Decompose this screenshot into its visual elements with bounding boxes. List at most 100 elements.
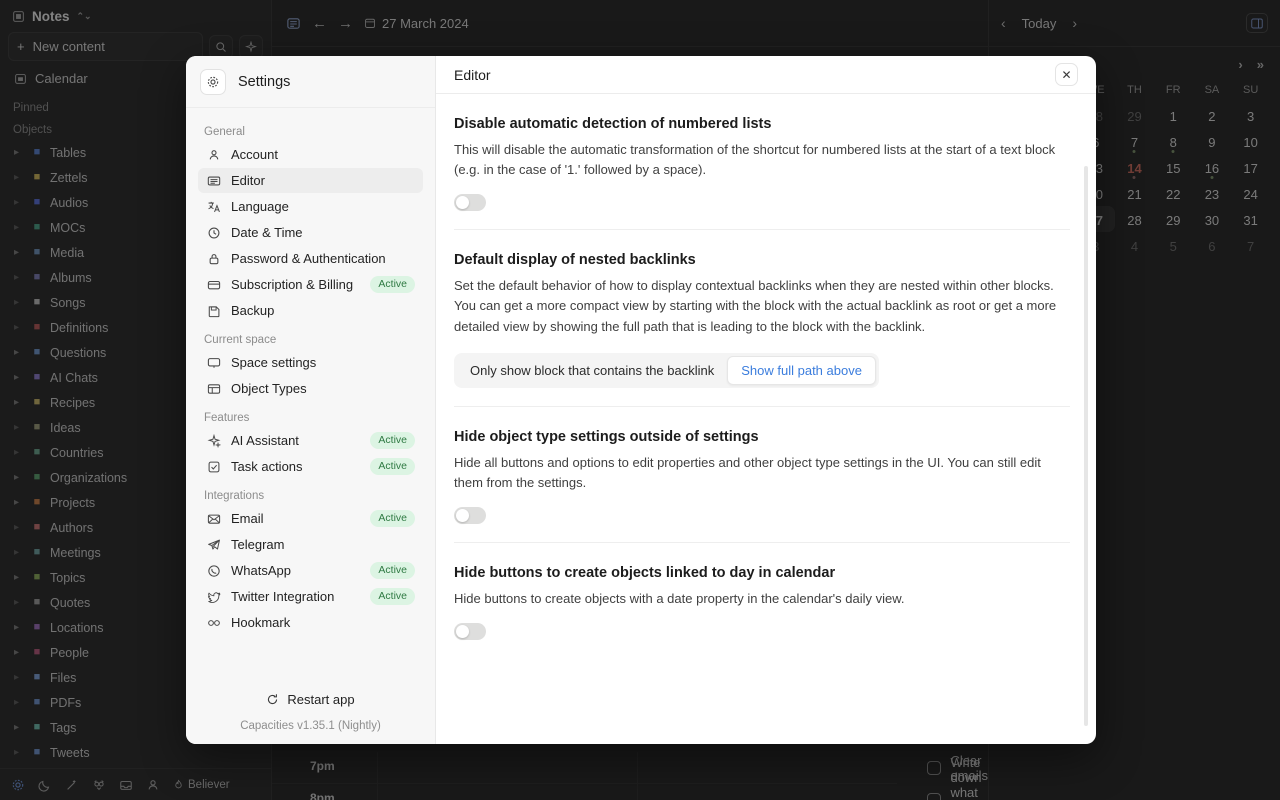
task-checkbox[interactable]: [927, 761, 942, 775]
settings-nav-item-hookmark[interactable]: Hookmark: [198, 610, 423, 635]
setting-toggle[interactable]: [454, 194, 486, 212]
forward-button[interactable]: →: [338, 15, 353, 32]
mini-calendar-day[interactable]: 4: [1115, 232, 1154, 258]
mini-calendar-day[interactable]: 24: [1231, 180, 1270, 206]
restart-app-button[interactable]: Restart app: [256, 688, 364, 711]
settings-nav-item-password-authentication[interactable]: Password & Authentication: [198, 246, 423, 271]
sidebar-toggle-icon[interactable]: [286, 16, 301, 31]
mini-calendar-day[interactable]: 7: [1231, 232, 1270, 258]
segmented-option[interactable]: Only show block that contains the backli…: [457, 357, 727, 384]
workspace-switcher[interactable]: Notes ⌃⌄: [0, 0, 271, 30]
mini-calendar-day[interactable]: 7: [1115, 128, 1154, 154]
mini-calendar-day[interactable]: 5: [1154, 232, 1193, 258]
mini-calendar-day[interactable]: 3: [1231, 102, 1270, 128]
chevron-right-icon[interactable]: ▸: [14, 372, 24, 383]
chevron-right-icon[interactable]: ▸: [14, 497, 24, 508]
ai-button[interactable]: [239, 34, 263, 59]
hour-slot[interactable]: [377, 784, 637, 800]
gear-icon[interactable]: [11, 778, 25, 792]
hour-slot[interactable]: [377, 752, 637, 783]
mini-calendar-day[interactable]: 1: [1154, 102, 1193, 128]
mini-calendar-day[interactable]: 21: [1115, 180, 1154, 206]
chevron-right-icon[interactable]: ▸: [14, 447, 24, 458]
chevron-right-icon[interactable]: ▸: [14, 547, 24, 558]
chevron-right-icon[interactable]: ▸: [14, 397, 24, 408]
settings-nav-item-editor[interactable]: Editor: [198, 168, 423, 193]
settings-nav-item-language[interactable]: Language: [198, 194, 423, 219]
chevron-right-icon[interactable]: ▸: [14, 347, 24, 358]
task-checkbox[interactable]: [927, 793, 942, 800]
settings-nav-item-date-time[interactable]: Date & Time: [198, 220, 423, 245]
settings-nav-item-telegram[interactable]: Telegram: [198, 532, 423, 557]
settings-nav-item-subscription-billing[interactable]: Subscription & Billing Active: [198, 272, 423, 297]
task-item[interactable]: Write down what you did today: [897, 755, 988, 800]
mini-calendar-day[interactable]: 28: [1115, 206, 1154, 232]
settings-nav-item-space-settings[interactable]: Space settings: [198, 350, 423, 375]
today-button[interactable]: Today: [1022, 16, 1057, 31]
back-button[interactable]: ←: [312, 15, 327, 32]
settings-nav-item-ai-assistant[interactable]: AI Assistant Active: [198, 428, 423, 453]
mini-calendar-day[interactable]: 29: [1115, 102, 1154, 128]
hour-slot[interactable]: [637, 752, 897, 783]
chevron-right-icon[interactable]: ▸: [14, 672, 24, 683]
settings-nav-item-twitter-integration[interactable]: Twitter Integration Active: [198, 584, 423, 609]
chevron-right-icon[interactable]: ▸: [14, 747, 24, 758]
inbox-icon[interactable]: [119, 778, 133, 792]
mini-calendar-day[interactable]: 16: [1193, 154, 1232, 180]
panel-toggle-button[interactable]: [1246, 13, 1268, 33]
mini-calendar-day[interactable]: 30: [1193, 206, 1232, 232]
chevron-right-icon[interactable]: ▸: [14, 322, 24, 333]
chevron-right-icon[interactable]: ▸: [14, 697, 24, 708]
chevron-right-icon[interactable]: ▸: [14, 297, 24, 308]
chevron-right-icon[interactable]: ▸: [14, 172, 24, 183]
hour-row[interactable]: 8pm: [272, 784, 897, 800]
content-scrollbar[interactable]: [1084, 166, 1088, 726]
setting-toggle[interactable]: [454, 623, 486, 641]
mini-calendar-day[interactable]: 2: [1193, 102, 1232, 128]
chevron-right-icon[interactable]: ▸: [14, 422, 24, 433]
mini-calendar-day[interactable]: 14: [1115, 154, 1154, 180]
mini-next-year-button[interactable]: »: [1257, 57, 1264, 72]
next-day-button[interactable]: ›: [1072, 15, 1077, 31]
chevron-right-icon[interactable]: ▸: [14, 147, 24, 158]
mini-calendar-day[interactable]: 15: [1154, 154, 1193, 180]
magic-icon[interactable]: [65, 778, 79, 792]
chevron-right-icon[interactable]: ▸: [14, 472, 24, 483]
believer-badge[interactable]: Believer: [173, 779, 230, 791]
hour-row[interactable]: 7pm: [272, 752, 898, 784]
chevron-right-icon[interactable]: ▸: [14, 247, 24, 258]
owl-icon[interactable]: [92, 778, 106, 792]
mini-calendar-day[interactable]: 17: [1231, 154, 1270, 180]
chevron-right-icon[interactable]: ▸: [14, 622, 24, 633]
mini-calendar-day[interactable]: 29: [1154, 206, 1193, 232]
chevron-right-icon[interactable]: ▸: [14, 647, 24, 658]
mini-calendar-day[interactable]: 23: [1193, 180, 1232, 206]
chevron-right-icon[interactable]: ▸: [14, 597, 24, 608]
settings-nav-item-whatsapp[interactable]: WhatsApp Active: [198, 558, 423, 583]
chevron-right-icon[interactable]: ▸: [14, 572, 24, 583]
search-button[interactable]: [209, 34, 233, 59]
settings-nav-item-backup[interactable]: Backup: [198, 298, 423, 323]
settings-nav-item-object-types[interactable]: Object Types: [198, 376, 423, 401]
mini-calendar-day[interactable]: 9: [1193, 128, 1232, 154]
moon-icon[interactable]: [38, 778, 52, 792]
new-content-button[interactable]: + New content: [8, 32, 203, 61]
person-icon[interactable]: [146, 778, 160, 792]
settings-nav-item-task-actions[interactable]: Task actions Active: [198, 454, 423, 479]
segmented-option[interactable]: Show full path above: [727, 355, 876, 385]
mini-calendar-day[interactable]: 31: [1231, 206, 1270, 232]
chevron-right-icon[interactable]: ▸: [14, 272, 24, 283]
prev-day-button[interactable]: ‹: [1001, 15, 1006, 31]
chevron-right-icon[interactable]: ▸: [14, 722, 24, 733]
chevron-right-icon[interactable]: ▸: [14, 197, 24, 208]
chevron-right-icon[interactable]: ▸: [14, 522, 24, 533]
setting-toggle[interactable]: [454, 506, 486, 524]
close-icon[interactable]: ✕: [1055, 63, 1078, 86]
mini-calendar-day[interactable]: 8: [1154, 128, 1193, 154]
mini-next-month-button[interactable]: ›: [1238, 57, 1242, 72]
settings-nav-item-account[interactable]: Account: [198, 142, 423, 167]
hour-slot[interactable]: [637, 784, 897, 800]
mini-calendar-day[interactable]: 22: [1154, 180, 1193, 206]
mini-calendar-day[interactable]: 10: [1231, 128, 1270, 154]
settings-nav-item-email[interactable]: Email Active: [198, 506, 423, 531]
